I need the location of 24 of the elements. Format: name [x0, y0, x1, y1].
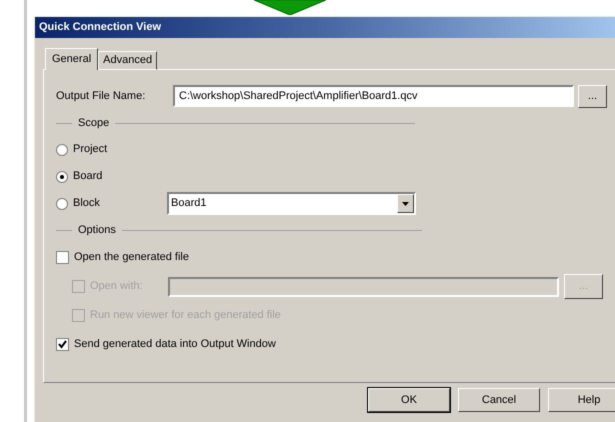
radio-button[interactable]	[56, 198, 68, 210]
output-file-field[interactable]: C:\workshop\SharedProject\Amplifier\Board1.qcv	[173, 85, 574, 107]
radio-label: Block	[73, 196, 101, 212]
tab[interactable]: Advanced	[98, 51, 158, 70]
checkbox[interactable]	[56, 251, 69, 264]
block-dropdown[interactable]: Board1	[167, 192, 416, 215]
down-arrow-icon	[254, 0, 326, 15]
checkbox[interactable]	[56, 338, 69, 351]
group-heading: Options	[77, 222, 117, 238]
dialog-button[interactable]: OK	[368, 388, 450, 412]
checkbox-label: Send generated data into Output Window	[74, 337, 276, 352]
radio-label: Board	[73, 169, 104, 184]
checkbox-label: Open the generated file	[74, 250, 189, 266]
radio-label: Project	[73, 142, 108, 158]
field-label: Output File Name:	[56, 88, 146, 104]
dialog-button[interactable]: Help	[548, 388, 615, 412]
dialog-button[interactable]: Cancel	[458, 388, 540, 412]
window-title: Quick Connection View	[39, 20, 162, 36]
group-heading: Scope	[77, 116, 110, 131]
tab[interactable]: General	[45, 48, 98, 70]
radio-button[interactable]	[56, 170, 68, 182]
open-with-field[interactable]	[168, 276, 559, 296]
radio-button[interactable]	[56, 144, 68, 156]
browse-button[interactable]: ...	[578, 84, 607, 108]
